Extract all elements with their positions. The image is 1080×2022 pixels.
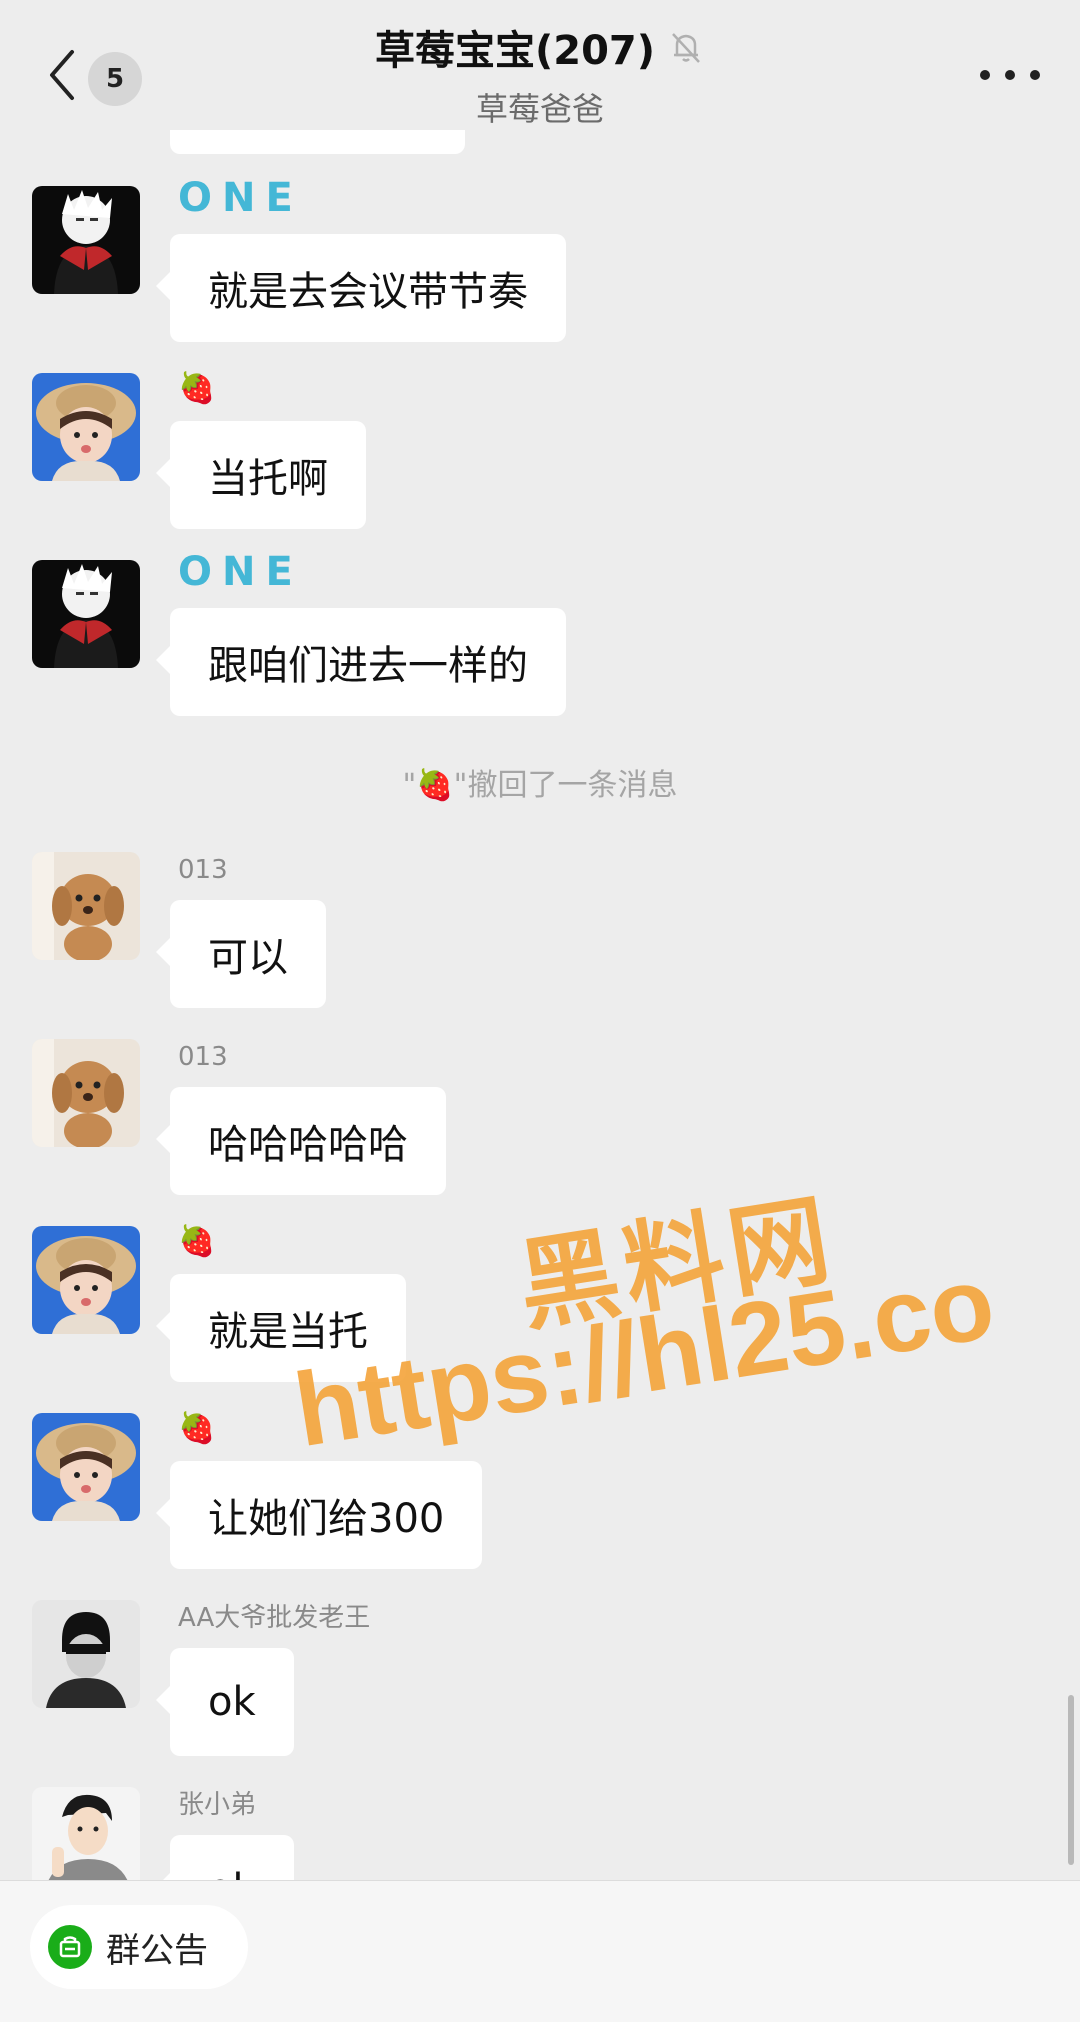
sender-name: 张小弟 (178, 1790, 257, 1820)
sender-name: 🍓 (178, 1224, 216, 1259)
anime-boy-avatar[interactable] (32, 186, 140, 294)
girl-straw-hat-avatar[interactable] (32, 373, 140, 481)
previous-message-bubble (170, 130, 465, 154)
chat-header: 5 草莓宝宝(207) 草莓爸爸 (0, 0, 1080, 130)
puppy-avatar[interactable] (32, 852, 140, 960)
announcement-label: 群公告 (106, 1930, 208, 1971)
message-bubble[interactable]: 当托啊 (156, 421, 366, 529)
girl-straw-hat-avatar[interactable] (32, 1226, 140, 1334)
announcement-icon (48, 1925, 92, 1969)
recall-text: 撤回了一条消息 (467, 768, 678, 803)
sender-name: ONE (178, 175, 303, 221)
message-bubble[interactable]: 可以 (156, 900, 326, 1008)
puppy-avatar[interactable] (32, 1039, 140, 1147)
hooded-man-avatar[interactable] (32, 1600, 140, 1708)
chat-subtitle: 草莓爸爸 (475, 90, 604, 128)
message-bubble[interactable]: 哈哈哈哈哈 (156, 1087, 446, 1195)
message-bubble[interactable]: ok (156, 1835, 294, 1880)
sender-name: 013 (178, 1042, 228, 1072)
bottom-toolbar: 群公告 (0, 1880, 1080, 2022)
title-area: 草莓宝宝(207) 草莓爸爸 (0, 18, 1080, 130)
more-dot-icon (980, 70, 990, 80)
message-bubble[interactable]: 让她们给300 (155, 1461, 483, 1569)
girl-straw-hat-avatar[interactable] (32, 1413, 140, 1521)
cartoon-man-avatar[interactable] (32, 1787, 140, 1880)
anime-boy-avatar[interactable] (32, 560, 140, 668)
more-options-button[interactable] (980, 60, 1040, 90)
sender-name: 🍓 (178, 1411, 216, 1446)
recall-notice: "🍓"撤回了一条消息 (0, 760, 1080, 804)
message-bubble[interactable]: ok (156, 1648, 294, 1756)
sender-name: ONE (178, 549, 303, 595)
more-dot-icon (1005, 70, 1015, 80)
sender-name: 013 (178, 855, 228, 885)
chat-title: 草莓宝宝(207) (374, 28, 656, 74)
recall-quote-open: " (402, 768, 417, 803)
sender-name: 🍓 (178, 371, 216, 406)
chat-scrollbar[interactable] (1068, 1695, 1074, 1865)
chat-message-list[interactable]: ONE 就是去会议带节奏 🍓 当托啊 ONE 跟咱们进去一样的 "🍓"撤回了一条… (0, 130, 1080, 1880)
message-bubble[interactable]: 就是当托 (156, 1274, 406, 1382)
mute-bell-icon (672, 33, 700, 63)
recall-quote-close: " (453, 768, 468, 803)
message-bubble[interactable]: 跟咱们进去一样的 (156, 608, 566, 716)
recall-user-name: 🍓 (416, 768, 454, 803)
message-bubble[interactable]: 就是去会议带节奏 (156, 234, 566, 342)
group-announcement-button[interactable]: 群公告 (30, 1905, 248, 1989)
sender-name: AA大爷批发老王 (178, 1603, 371, 1633)
more-dot-icon (1030, 70, 1040, 80)
